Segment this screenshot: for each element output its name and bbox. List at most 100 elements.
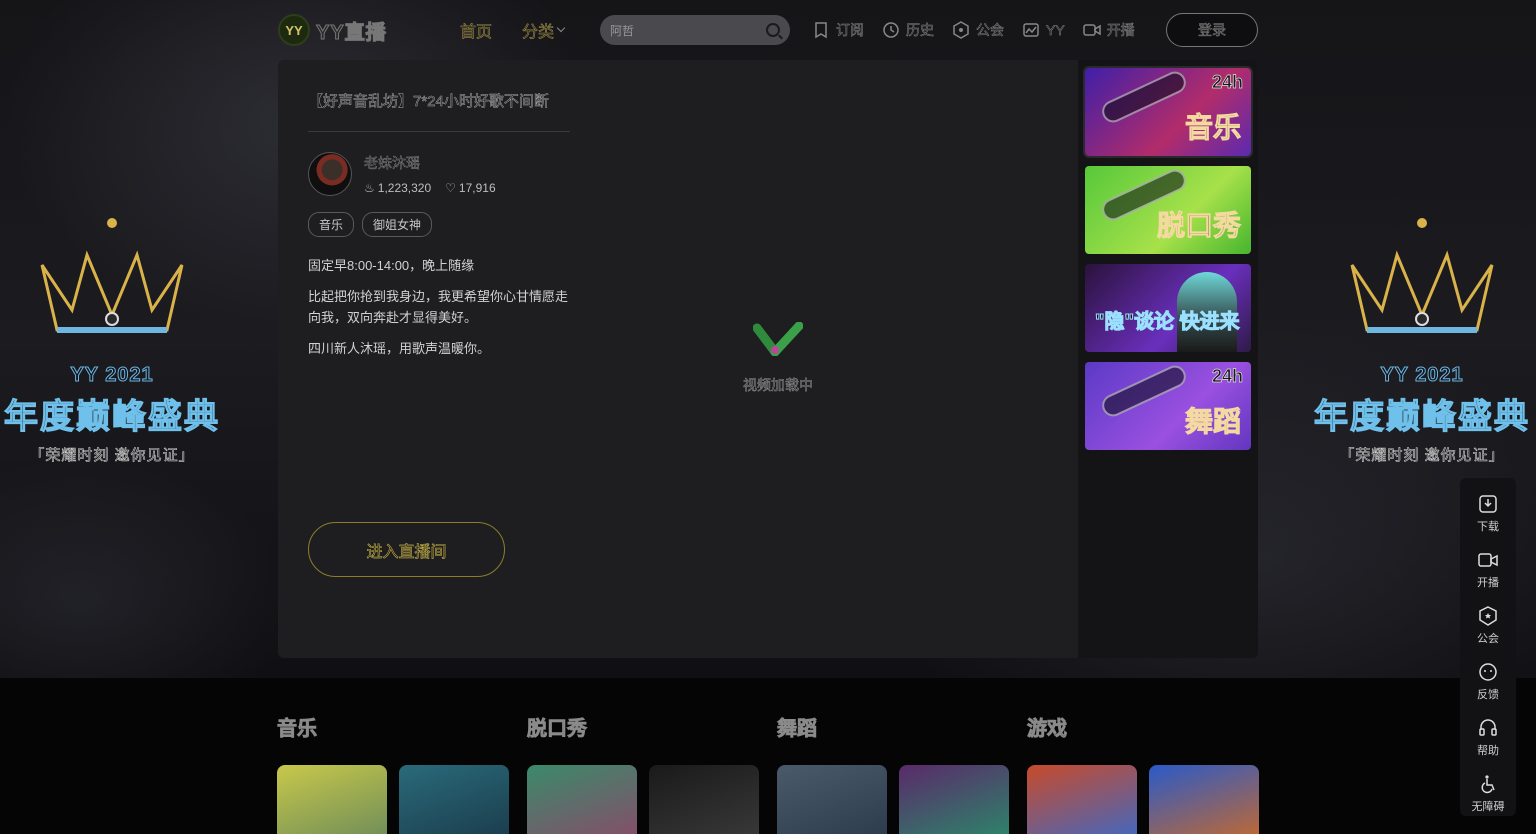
recommend-badge: 24h: [1211, 366, 1244, 387]
category-thumbs: [527, 765, 767, 834]
room-thumbnail[interactable]: [899, 765, 1009, 834]
chevron-down-icon: [556, 23, 566, 33]
nav-history[interactable]: 历史: [882, 20, 934, 40]
category-thumbs: [277, 765, 517, 834]
like-count-value: 17,916: [458, 181, 496, 195]
nav-broadcast[interactable]: 开播: [1082, 20, 1135, 40]
nav-yy[interactable]: YY: [1022, 21, 1065, 39]
anchor-meta: 老妹沐瑶 ♨ 1,223,320 ♡ 17,916: [364, 153, 496, 195]
room-description-1: 固定早8:00-14:00，晚上随缘: [308, 258, 475, 273]
crown-icon: [40, 218, 184, 333]
nav-subscribe[interactable]: 订阅: [812, 20, 864, 40]
toolbar-guild-label: 公会: [1477, 633, 1499, 645]
harmonica-icon: [1098, 68, 1190, 126]
tag-goddess[interactable]: 御姐女神: [362, 212, 433, 237]
recommend-card-music[interactable]: 24h 音乐: [1083, 66, 1253, 158]
room-info: 【好声音乱坊】7*24小时好歌不间断 老妹沐瑶 ♨ 1,223,320 ♡ 17…: [308, 60, 572, 359]
video-loading-text: 视频加载中: [743, 377, 814, 394]
wheelchair-icon: [1481, 775, 1495, 794]
avatar[interactable]: [308, 152, 352, 196]
category-title[interactable]: 游戏: [1027, 712, 1267, 741]
headset-icon: [1479, 719, 1497, 736]
category-title[interactable]: 舞蹈: [777, 712, 1017, 741]
side-banner-left[interactable]: YY 2021 年度巅峰盛典 「荣耀时刻 邀你见证」: [0, 215, 224, 465]
category-game: 游戏: [1027, 712, 1267, 834]
toolbar-guild[interactable]: 公会: [1460, 598, 1516, 654]
category-title[interactable]: 音乐: [277, 712, 517, 741]
recommend-card-talkshow[interactable]: 脱口秀: [1085, 166, 1251, 254]
video-camera-icon: [1082, 24, 1101, 36]
toolbar-download[interactable]: 下载: [1460, 486, 1516, 542]
anchor-stats: ♨ 1,223,320 ♡ 17,916: [364, 181, 496, 195]
toolbar-broadcast[interactable]: 开播: [1460, 542, 1516, 598]
search-icon[interactable]: [766, 23, 780, 37]
room-description-2: 比起把你抢到我身边，我更希望你心甘情愿走向我，双向奔赴才显得美好。: [308, 289, 569, 325]
toolbar-help[interactable]: 帮助: [1460, 710, 1516, 766]
toolbar-feedback-label: 反馈: [1477, 689, 1499, 701]
loading-logo-icon: [752, 321, 804, 357]
anchor-name[interactable]: 老妹沐瑶: [364, 153, 496, 173]
viewer-count: ♨ 1,223,320: [364, 181, 431, 195]
nav-subscribe-label: 订阅: [836, 22, 865, 39]
nav-yy-label: YY: [1046, 22, 1065, 39]
chart-icon: [1023, 23, 1039, 37]
tag-music[interactable]: 音乐: [308, 212, 355, 237]
nav-home[interactable]: 首页: [460, 18, 493, 42]
toolbar-feedback[interactable]: 反馈: [1460, 654, 1516, 710]
nav-category[interactable]: 分类: [522, 18, 566, 42]
nav-category-label: 分类: [522, 24, 555, 42]
toolbar-help-label: 帮助: [1477, 745, 1499, 757]
toolbar-accessibility[interactable]: 无障碍: [1460, 766, 1516, 822]
login-button[interactable]: 登录: [1166, 13, 1258, 47]
room-thumbnail[interactable]: [527, 765, 637, 834]
top-nav: YY YY直播 首页 分类 阿哲 订阅 历史 公会 YY 开播 登录: [278, 12, 1258, 48]
toolbar-accessibility-label: 无障碍: [1471, 801, 1505, 813]
room-thumbnail[interactable]: [649, 765, 759, 834]
recommend-card-talk[interactable]: "隐"谈论 快进来: [1085, 264, 1251, 352]
recommend-label: 音乐: [1184, 112, 1241, 144]
nav-broadcast-label: 开播: [1106, 22, 1135, 39]
side-banner-right[interactable]: YY 2021 年度巅峰盛典 「荣耀时刻 邀你见证」: [1310, 215, 1534, 465]
recommend-label: "隐"谈论 快进来: [1095, 311, 1241, 334]
nav-guild[interactable]: 公会: [952, 20, 1004, 40]
recommend-card-dance[interactable]: 24h 舞蹈: [1085, 362, 1251, 450]
category-music: 音乐: [277, 712, 517, 834]
room-title[interactable]: 【好声音乱坊】7*24小时好歌不间断: [308, 90, 570, 132]
crown-icon: [1350, 218, 1494, 333]
recommend-label: 脱口秀: [1156, 210, 1241, 242]
anchor-row: 老妹沐瑶 ♨ 1,223,320 ♡ 17,916: [308, 152, 572, 196]
category-thumbs: [777, 765, 1017, 834]
shoe-icon: [1098, 362, 1190, 420]
toolbar-download-label: 下载: [1477, 521, 1499, 533]
nav-right: 订阅 历史 公会 YY 开播: [812, 12, 1153, 48]
enter-room-button[interactable]: 进入直播间: [308, 522, 505, 577]
side-banner-right-title: 年度巅峰盛典: [1313, 397, 1530, 436]
guild-icon: [1479, 606, 1497, 626]
room-thumbnail[interactable]: [1027, 765, 1137, 834]
nav-guild-label: 公会: [976, 22, 1005, 39]
tag-list: 音乐 御姐女神: [308, 212, 572, 237]
logo-badge-icon: YY: [278, 14, 310, 46]
logo-text: YY直播: [316, 21, 387, 44]
category-band: [0, 678, 1536, 834]
download-icon: [1479, 495, 1497, 513]
room-thumbnail[interactable]: [1149, 765, 1259, 834]
guild-icon: [953, 21, 969, 39]
room-thumbnail[interactable]: [399, 765, 509, 834]
recommend-list: 24h 音乐 脱口秀 "隐"谈论 快进来 24h 舞蹈: [1078, 60, 1258, 658]
category-title[interactable]: 脱口秀: [527, 712, 767, 741]
category-talkshow: 脱口秀: [527, 712, 767, 834]
clock-icon: [883, 22, 899, 38]
video-player[interactable]: 视频加载中: [718, 321, 838, 395]
feedback-icon: [1479, 663, 1497, 681]
search-input[interactable]: 阿哲: [610, 22, 766, 39]
live-room-panel: 【好声音乱坊】7*24小时好歌不间断 老妹沐瑶 ♨ 1,223,320 ♡ 17…: [278, 60, 1258, 658]
search-box[interactable]: 阿哲: [600, 15, 790, 45]
nav-history-label: 历史: [906, 22, 935, 39]
bookmark-icon: [815, 22, 827, 39]
like-count: ♡ 17,916: [445, 181, 495, 195]
room-thumbnail[interactable]: [277, 765, 387, 834]
room-thumbnail[interactable]: [777, 765, 887, 834]
category-dance: 舞蹈: [777, 712, 1017, 834]
logo[interactable]: YY YY直播: [278, 14, 428, 46]
